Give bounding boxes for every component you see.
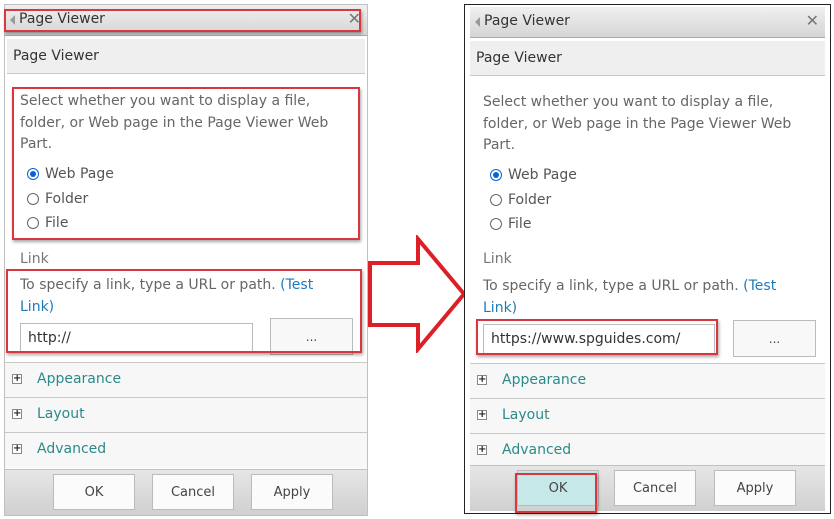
radio-label: File [45,215,69,231]
link-description-text: To specify a link, type a URL or path. [483,278,739,294]
right-arrow-icon [368,235,467,353]
section-layout[interactable]: + Layout [470,398,825,434]
radio-label: Folder [45,191,89,207]
section-header: Page Viewer [470,41,825,76]
section-appearance[interactable]: + Appearance [470,363,825,399]
page-viewer-panel-after: Page Viewer ✕ Page Viewer Select whether… [464,4,831,514]
radio-folder[interactable]: Folder [490,192,551,208]
url-input[interactable] [483,324,715,354]
url-input[interactable] [20,323,253,353]
close-icon[interactable]: ✕ [806,11,819,30]
radio-unchecked-icon[interactable] [490,218,502,230]
link-label: Link [20,251,49,267]
panel-title: Page Viewer [19,11,105,27]
panel-title: Page Viewer [484,13,570,29]
section-advanced-label[interactable]: Advanced [37,441,106,457]
footer-toolbar: OK Cancel Apply [5,469,367,515]
section-advanced[interactable]: + Advanced [5,432,367,468]
radio-web-page[interactable]: Web Page [490,167,577,183]
ok-button[interactable]: OK [53,474,135,510]
radio-folder[interactable]: Folder [27,191,88,207]
section-layout[interactable]: + Layout [5,397,367,433]
cancel-button[interactable]: Cancel [614,470,696,506]
section-header: Page Viewer [7,39,365,74]
triangle-left-icon[interactable] [10,15,15,25]
radio-label: Folder [508,192,552,208]
radio-label: File [508,216,532,232]
section-appearance-label[interactable]: Appearance [37,371,121,387]
radio-web-page[interactable]: Web Page [27,166,114,182]
browse-button[interactable]: ... [270,318,353,355]
section-header-label: Page Viewer [476,50,562,66]
ok-button[interactable]: OK [517,470,599,506]
link-label: Link [483,251,512,267]
arrow-shape [368,235,467,353]
plus-icon[interactable]: + [12,409,22,419]
apply-button[interactable]: Apply [251,474,333,510]
radio-unchecked-icon[interactable] [490,194,502,206]
link-description: To specify a link, type a URL or path. (… [20,275,340,318]
radio-checked-icon[interactable] [490,169,502,181]
display-type-description: Select whether you want to display a fil… [20,93,329,152]
cancel-button[interactable]: Cancel [152,474,234,510]
section-appearance-label[interactable]: Appearance [502,372,586,388]
radio-label: Web Page [508,167,577,183]
section-layout-label[interactable]: Layout [502,407,550,423]
radio-checked-icon[interactable] [27,168,39,180]
panel-titlebar: Page Viewer ✕ [5,5,367,36]
close-icon[interactable]: ✕ [348,9,361,28]
page-viewer-panel-before: Page Viewer ✕ Page Viewer Select whether… [4,4,368,516]
triangle-left-icon[interactable] [475,17,480,27]
radio-unchecked-icon[interactable] [27,217,39,229]
section-layout-label[interactable]: Layout [37,406,85,422]
apply-button[interactable]: Apply [714,470,796,506]
link-description-text: To specify a link, type a URL or path. [20,277,276,293]
radio-file[interactable]: File [490,216,531,232]
section-advanced[interactable]: + Advanced [470,433,825,469]
section-advanced-label[interactable]: Advanced [502,442,571,458]
radio-file[interactable]: File [27,215,68,231]
radio-unchecked-icon[interactable] [27,193,39,205]
plus-icon[interactable]: + [477,410,487,420]
link-description: To specify a link, type a URL or path. (… [483,276,803,319]
display-type-description: Select whether you want to display a fil… [483,94,792,153]
section-appearance[interactable]: + Appearance [5,362,367,398]
plus-icon[interactable]: + [477,375,487,385]
plus-icon[interactable]: + [12,444,22,454]
footer-toolbar: OK Cancel Apply [470,465,825,511]
plus-icon[interactable]: + [12,374,22,384]
panel-titlebar: Page Viewer ✕ [470,7,825,38]
plus-icon[interactable]: + [477,445,487,455]
section-header-label: Page Viewer [13,48,99,64]
radio-label: Web Page [45,166,114,182]
browse-button[interactable]: ... [733,320,816,357]
